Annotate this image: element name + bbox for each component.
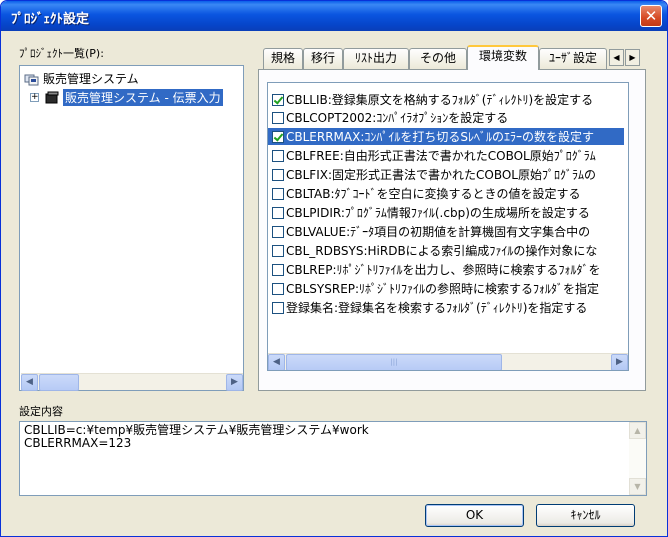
env-var-item[interactable]: CBLLIB:登録集原文を格納するﾌｫﾙﾀﾞ(ﾃﾞｨﾚｸﾄﾘ)を設定する [272, 91, 628, 108]
env-var-item[interactable]: CBL_RDBSYS:HiRDBによる索引編成ﾌｧｲﾙの操作対象にな [272, 242, 628, 259]
checkbox[interactable] [272, 225, 284, 238]
tree-expander-button[interactable]: + [30, 93, 39, 102]
project-icon [44, 91, 60, 105]
tree-horizontal-scrollbar[interactable]: ◀ ▶ [21, 373, 243, 391]
tree-item-project[interactable]: + 販売管理システム - 伝票入力 [30, 89, 223, 106]
scroll-down-button[interactable]: ▼ [629, 478, 646, 495]
env-var-item[interactable]: CBLCOPT2002:ｺﾝﾊﾟｲﾗｵﾌﾟｼｮﾝを設定する [272, 109, 628, 126]
env-var-item[interactable]: CBLSYSREP:ﾘﾎﾟｼﾞﾄﾘﾌｧｲﾙの参照時に検索するﾌｫﾙﾀﾞを指定 [272, 280, 628, 297]
checkbox[interactable] [272, 244, 284, 257]
env-var-label: CBL_RDBSYS:HiRDBによる索引編成ﾌｧｲﾙの操作対象にな [286, 244, 598, 258]
settings-content-label: 設定内容 [19, 405, 63, 418]
env-var-label: 登録集名:登録集名を検索するﾌｫﾙﾀﾞ(ﾃﾞｨﾚｸﾄﾘ)を指定する [286, 301, 588, 315]
tab-list-output[interactable]: ﾘｽﾄ出力 [343, 48, 409, 69]
checkbox[interactable] [272, 93, 284, 106]
env-var-item[interactable]: CBLREP:ﾘﾎﾟｼﾞﾄﾘﾌｧｲﾙを出力し、参照時に検索するﾌｫﾙﾀﾞを [272, 261, 628, 278]
project-list-label: ﾌﾟﾛｼﾞｪｸﾄ一覧(P): [19, 47, 104, 60]
tree-item-label: 販売管理システム [43, 72, 139, 86]
env-var-item[interactable]: CBLFIX:固定形式正書法で書かれたCOBOL原始ﾌﾟﾛｸﾞﾗﾑの [272, 166, 628, 183]
env-var-label: CBLTAB:ﾀﾌﾞｺｰﾄﾞを空白に変換するときの値を設定する [286, 187, 581, 201]
checkbox[interactable] [272, 111, 284, 124]
env-var-label: CBLCOPT2002:ｺﾝﾊﾟｲﾗｵﾌﾟｼｮﾝを設定する [286, 111, 509, 125]
tree-item-label-selected: 販売管理システム - 伝票入力 [63, 89, 223, 106]
settings-vertical-scrollbar[interactable]: ▲ ▼ [629, 422, 646, 495]
tab-scroll-left-button[interactable]: ◀ [609, 49, 624, 66]
settings-line: CBLERRMAX=123 [24, 436, 132, 450]
checkbox[interactable] [272, 301, 284, 314]
tree-item-workspace[interactable]: 販売管理システム [24, 70, 139, 87]
scroll-right-button[interactable]: ▶ [611, 354, 628, 370]
workspace-icon [24, 72, 40, 86]
env-var-label: CBLVALUE:ﾃﾞｰﾀ項目の初期値を計算機固有文字集合中の [286, 225, 591, 239]
env-var-item[interactable]: CBLTAB:ﾀﾌﾞｺｰﾄﾞを空白に変換するときの値を設定する [272, 185, 628, 202]
environment-variable-list[interactable]: CBLLIB:登録集原文を格納するﾌｫﾙﾀﾞ(ﾃﾞｨﾚｸﾄﾘ)を設定する CBL… [267, 82, 629, 371]
tab-environment-variables[interactable]: 環境変数 [467, 45, 539, 70]
scroll-left-button[interactable]: ◀ [268, 354, 285, 370]
tab-other[interactable]: その他 [409, 48, 467, 69]
env-var-label: CBLFIX:固定形式正書法で書かれたCOBOL原始ﾌﾟﾛｸﾞﾗﾑの [286, 168, 596, 182]
checkbox[interactable] [272, 168, 284, 181]
env-var-item[interactable]: CBLPIDIR:ﾌﾟﾛｸﾞﾗﾑ情報ﾌｧｲﾙ(.cbp)の生成場所を設定する [272, 204, 628, 221]
checkbox[interactable] [272, 187, 284, 200]
ok-button[interactable]: OK [425, 504, 524, 527]
env-var-label: CBLERRMAX:ｺﾝﾊﾟｲﾙを打ち切るSﾚﾍﾞﾙのｴﾗｰの数を設定す [286, 130, 594, 144]
project-settings-dialog: ﾌﾟﾛｼﾞｪｸﾄ設定 ✕ ﾌﾟﾛｼﾞｪｸﾄ一覧(P): 販売管理システム + 販… [0, 0, 668, 537]
scroll-thumb[interactable]: ||| [286, 354, 502, 370]
env-var-item[interactable]: CBLFREE:自由形式正書法で書かれたCOBOL原始ﾌﾟﾛｸﾞﾗﾑ [272, 147, 628, 164]
checkbox[interactable] [272, 282, 284, 295]
cancel-button[interactable]: ｷｬﾝｾﾙ [536, 504, 635, 527]
scroll-thumb[interactable] [39, 374, 79, 391]
window-title: ﾌﾟﾛｼﾞｪｸﾄ設定 [11, 12, 90, 27]
tab-standard[interactable]: 規格 [263, 48, 303, 69]
env-var-label: CBLLIB:登録集原文を格納するﾌｫﾙﾀﾞ(ﾃﾞｨﾚｸﾄﾘ)を設定する [286, 93, 594, 107]
close-button[interactable]: ✕ [640, 5, 662, 27]
env-var-label: CBLFREE:自由形式正書法で書かれたCOBOL原始ﾌﾟﾛｸﾞﾗﾑ [286, 149, 596, 163]
env-var-label: CBLREP:ﾘﾎﾟｼﾞﾄﾘﾌｧｲﾙを出力し、参照時に検索するﾌｫﾙﾀﾞを [286, 263, 601, 277]
env-var-item[interactable]: CBLVALUE:ﾃﾞｰﾀ項目の初期値を計算機固有文字集合中の [272, 223, 628, 240]
env-list-horizontal-scrollbar[interactable]: ◀ ||| ▶ [268, 353, 628, 370]
checkbox[interactable] [272, 263, 284, 276]
tab-scroll-right-button[interactable]: ▶ [625, 49, 640, 66]
checkbox[interactable] [272, 206, 284, 219]
tab-migration[interactable]: 移行 [303, 48, 343, 69]
settings-content-text[interactable]: CBLLIB=c:¥temp¥販売管理システム¥販売管理システム¥work CB… [19, 421, 647, 496]
env-var-item[interactable]: 登録集名:登録集名を検索するﾌｫﾙﾀﾞ(ﾃﾞｨﾚｸﾄﾘ)を指定する [272, 299, 628, 316]
project-tree[interactable]: 販売管理システム + 販売管理システム - 伝票入力 ◀ ▶ [19, 65, 244, 391]
env-var-item-selected[interactable]: CBLERRMAX:ｺﾝﾊﾟｲﾙを打ち切るSﾚﾍﾞﾙのｴﾗｰの数を設定す [268, 128, 624, 145]
scroll-up-button[interactable]: ▲ [629, 422, 646, 439]
tab-user-settings[interactable]: ﾕｰｻﾞ設定 [539, 48, 607, 69]
env-var-label: CBLPIDIR:ﾌﾟﾛｸﾞﾗﾑ情報ﾌｧｲﾙ(.cbp)の生成場所を設定する [286, 206, 590, 220]
scroll-right-button[interactable]: ▶ [226, 374, 243, 391]
env-var-label: CBLSYSREP:ﾘﾎﾟｼﾞﾄﾘﾌｧｲﾙの参照時に検索するﾌｫﾙﾀﾞを指定 [286, 282, 600, 296]
checkbox[interactable] [272, 149, 284, 162]
checkbox[interactable] [272, 130, 284, 143]
title-bar[interactable]: ﾌﾟﾛｼﾞｪｸﾄ設定 ✕ [1, 1, 667, 31]
scroll-left-button[interactable]: ◀ [21, 374, 38, 391]
